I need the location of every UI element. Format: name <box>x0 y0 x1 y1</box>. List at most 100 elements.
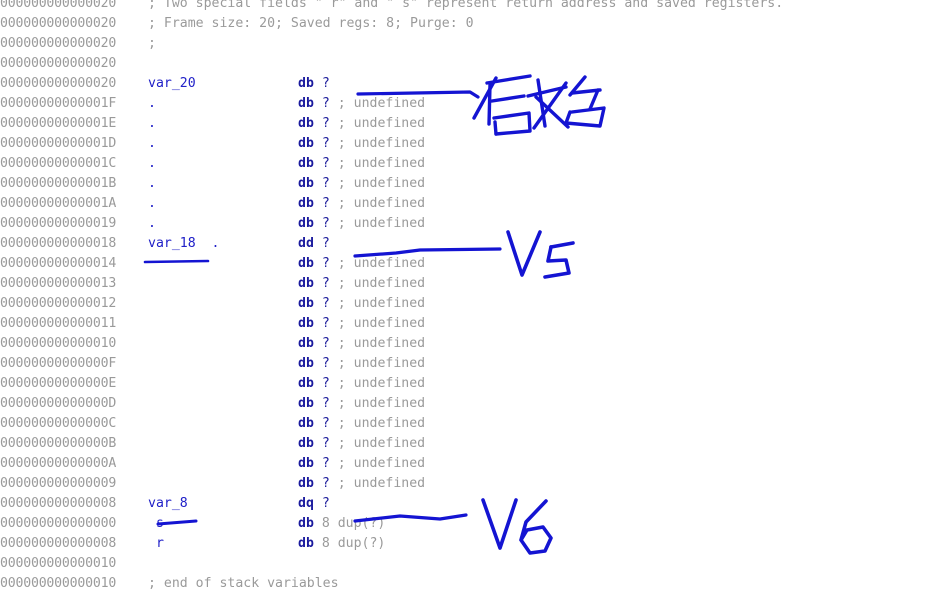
listing-line[interactable]: 000000000000018 var_18 . dd ? <box>0 234 929 254</box>
line-address: 00000000000001D <box>0 136 117 151</box>
line-operand: ? <box>321 376 330 391</box>
line-comment: ; end of stack variables <box>148 576 339 591</box>
listing-line[interactable]: 000000000000014 db ? ; undefined <box>0 254 929 274</box>
listing-line[interactable]: 000000000000020 ; Frame size: 20; Saved r… <box>0 14 929 34</box>
line-address: 000000000000009 <box>0 476 117 491</box>
listing-line[interactable]: 000000000000010 <box>0 554 929 574</box>
line-variable-name[interactable]: . <box>148 214 298 234</box>
line-operand: 8 dup(?) <box>321 536 386 551</box>
line-directive: db <box>298 276 314 291</box>
line-directive: db <box>298 356 314 371</box>
line-comment: ; <box>148 36 156 51</box>
line-variable-name[interactable]: var_20 <box>148 74 298 94</box>
listing-line[interactable]: 00000000000001F. db ? ; undefined <box>0 94 929 114</box>
line-variable-name[interactable]: s <box>148 514 298 534</box>
line-directive: db <box>298 296 314 311</box>
listing-line[interactable]: 000000000000008 r db 8 dup(?) <box>0 534 929 554</box>
line-variable-name[interactable]: var_8 <box>148 494 298 514</box>
listing-line[interactable]: 00000000000001C. db ? ; undefined <box>0 154 929 174</box>
line-address: 000000000000010 <box>0 576 117 591</box>
listing-line[interactable]: 000000000000020 <box>0 54 929 74</box>
listing-line[interactable]: 00000000000000F db ? ; undefined <box>0 354 929 374</box>
listing-line[interactable]: 000000000000010 db ? ; undefined <box>0 334 929 354</box>
line-variable-name[interactable]: . <box>148 154 298 174</box>
listing-line[interactable]: 000000000000011 db ? ; undefined <box>0 314 929 334</box>
listing-line[interactable]: 000000000000010 ; end of stack variables <box>0 574 929 594</box>
line-operand: ? <box>321 316 330 331</box>
line-comment: ; undefined <box>337 476 426 491</box>
line-operand: ? <box>321 456 330 471</box>
line-address: 00000000000001E <box>0 116 117 131</box>
listing-line[interactable]: 000000000000020; <box>0 34 929 54</box>
line-comment: ; Frame size: 20; Saved regs: 8; Purge: … <box>148 16 474 31</box>
line-comment: ; undefined <box>337 296 426 311</box>
line-operand: ? <box>321 296 330 311</box>
line-comment: ; undefined <box>337 96 426 111</box>
listing-line[interactable]: 000000000000012 db ? ; undefined <box>0 294 929 314</box>
line-variable-name[interactable]: r <box>148 534 298 554</box>
listing-line[interactable]: 00000000000001D. db ? ; undefined <box>0 134 929 154</box>
line-comment: ; undefined <box>337 216 426 231</box>
listing-line[interactable]: 00000000000001A. db ? ; undefined <box>0 194 929 214</box>
line-directive: dd <box>298 236 314 251</box>
listing-line[interactable]: 00000000000000D db ? ; undefined <box>0 394 929 414</box>
line-variable-name[interactable]: . <box>148 194 298 214</box>
line-comment: ; undefined <box>337 356 426 371</box>
line-address: 00000000000001B <box>0 176 117 191</box>
listing-line[interactable]: 00000000000000A db ? ; undefined <box>0 454 929 474</box>
line-address: 000000000000010 <box>0 336 117 351</box>
line-variable-name[interactable]: var_18 . <box>148 234 298 254</box>
listing-line[interactable]: 000000000000020 ; Two special fields " r"… <box>0 0 929 14</box>
line-address: 000000000000020 <box>0 0 117 11</box>
line-variable-name[interactable]: . <box>148 114 298 134</box>
listing-line[interactable]: 000000000000009 db ? ; undefined <box>0 474 929 494</box>
listing-line[interactable]: 00000000000001B. db ? ; undefined <box>0 174 929 194</box>
line-address: 000000000000011 <box>0 316 117 331</box>
line-directive: db <box>298 196 314 211</box>
line-variable-name[interactable]: . <box>148 134 298 154</box>
line-address: 00000000000000B <box>0 436 117 451</box>
listing-line[interactable]: 000000000000000 s db 8 dup(?) <box>0 514 929 534</box>
line-comment: ; undefined <box>337 316 426 331</box>
line-directive: db <box>298 436 314 451</box>
line-variable-name[interactable]: . <box>148 94 298 114</box>
listing-line[interactable]: 00000000000001E. db ? ; undefined <box>0 114 929 134</box>
listing-line[interactable]: 000000000000013 db ? ; undefined <box>0 274 929 294</box>
disassembly-listing[interactable]: 000000000000020 ; Two special fields " r"… <box>0 0 929 594</box>
listing-line[interactable]: 000000000000019. db ? ; undefined <box>0 214 929 234</box>
line-directive: db <box>298 116 314 131</box>
listing-line[interactable]: 000000000000020 var_20 db ? <box>0 74 929 94</box>
line-directive: db <box>298 256 314 271</box>
line-operand: ? <box>321 136 330 151</box>
listing-line[interactable]: 000000000000008 var_8 dq ? <box>0 494 929 514</box>
listing-line[interactable]: 00000000000000B db ? ; undefined <box>0 434 929 454</box>
listing-line[interactable]: 00000000000000C db ? ; undefined <box>0 414 929 434</box>
line-variable-name[interactable]: . <box>148 174 298 194</box>
line-comment: ; undefined <box>337 136 426 151</box>
listing-line[interactable]: 00000000000000E db ? ; undefined <box>0 374 929 394</box>
line-address: 00000000000000E <box>0 376 117 391</box>
line-address: 00000000000001A <box>0 196 117 211</box>
line-directive: db <box>298 336 314 351</box>
